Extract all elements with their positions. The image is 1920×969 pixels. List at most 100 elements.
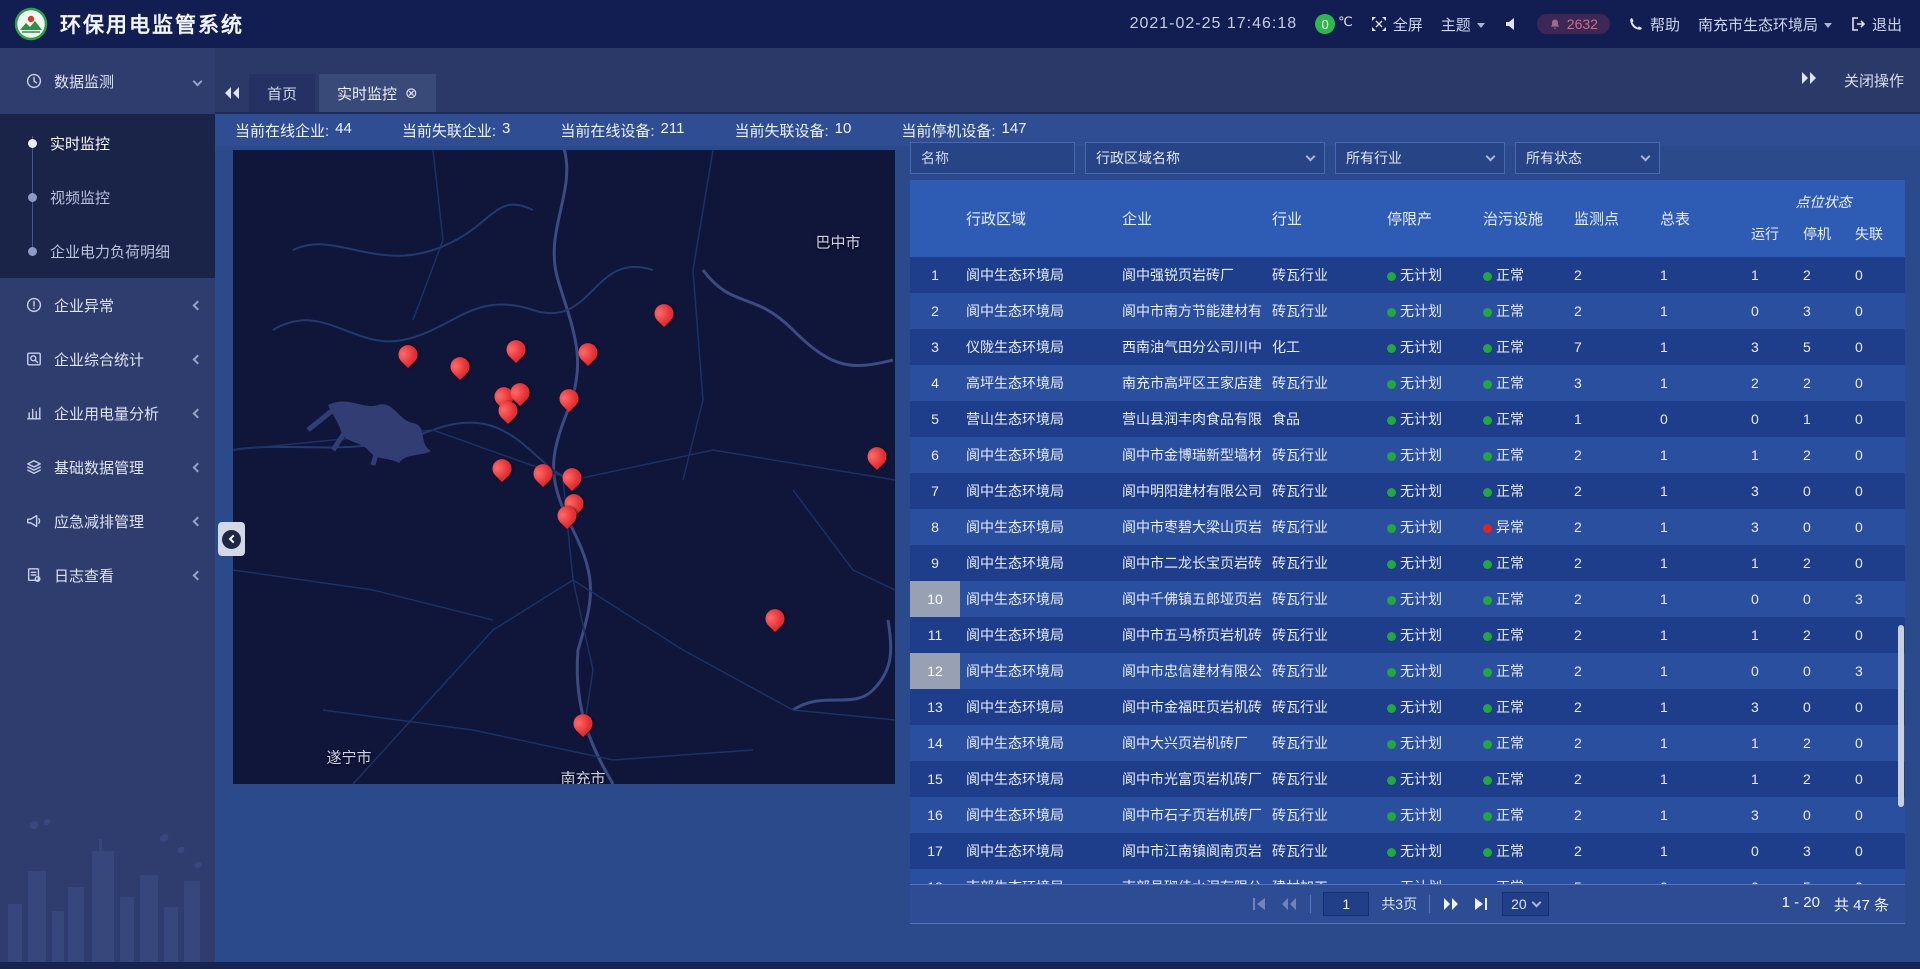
tabs-scroll-right-button[interactable] [1800,71,1818,90]
map-panel-collapse-button[interactable] [218,522,245,556]
table-row[interactable]: 7 阆中生态环境局 阆中明阳建材有限公司 砖瓦行业 无计划 正常 2 1 3 0… [910,473,1905,509]
name-search-input[interactable] [921,150,1064,166]
cell-run: 3 [1744,699,1796,715]
cell-industry: 砖瓦行业 [1272,769,1380,789]
cell-stopped: 2 [1796,375,1848,391]
first-page-button[interactable] [1250,896,1268,912]
status-dot-green [1387,488,1396,497]
sidebar-item-company-statistics[interactable]: 企业综合统计 [0,332,215,386]
table-row[interactable]: 8 阆中生态环境局 阆中市枣碧大梁山页岩 砖瓦行业 无计划 异常 2 1 3 0… [910,509,1905,545]
fullscreen-icon [1371,16,1387,32]
table-row[interactable]: 16 阆中生态环境局 阆中市石子页岩机砖厂 砖瓦行业 无计划 正常 2 1 3 … [910,797,1905,833]
next-page-button[interactable] [1442,896,1460,912]
first-page-icon [1251,897,1267,911]
cell-pollution: 正常 [1476,877,1572,884]
cell-run: 0 [1744,663,1796,679]
last-page-button[interactable] [1472,896,1490,912]
range-label: 1 - 20 [1782,894,1820,915]
table-scrollbar[interactable] [1898,625,1904,807]
map-canvas[interactable]: 巴中市南充市遂宁市 [233,150,895,784]
table-row[interactable]: 4 高坪生态环境局 南充市高坪区王家店建 砖瓦行业 无计划 正常 3 1 2 2… [910,365,1905,401]
table-row[interactable]: 9 阆中生态环境局 阆中市二龙长宝页岩砖 砖瓦行业 无计划 正常 2 1 1 2… [910,545,1905,581]
fullscreen-button[interactable]: 全屏 [1371,14,1423,35]
tab-strip: 首页 实时监控 ⊗ 关闭操作 [215,48,1920,114]
table-row[interactable]: 15 阆中生态环境局 阆中市光富页岩机砖厂 砖瓦行业 无计划 正常 2 1 1 … [910,761,1905,797]
table-row[interactable]: 12 阆中生态环境局 阆中市忠信建材有限公 砖瓦行业 无计划 正常 2 1 0 … [910,653,1905,689]
stat-item: 当前停机设备: 147 [901,120,1026,141]
status-dot-green [1387,632,1396,641]
industry-select[interactable]: 所有行业 [1335,142,1505,174]
sidebar-item-company-abnormal[interactable]: 企业异常 [0,278,215,332]
cell-pollution: 正常 [1476,409,1572,429]
status-select[interactable]: 所有状态 [1515,142,1660,174]
sidebar-item-video-monitoring[interactable]: 视频监控 [0,170,215,224]
notification-badge[interactable]: 2632 [1537,14,1610,34]
cell-run: 3 [1744,339,1796,355]
row-number: 15 [910,761,960,797]
table-row[interactable]: 13 阆中生态环境局 阆中市金福旺页岩机砖 砖瓦行业 无计划 正常 2 1 3 … [910,689,1905,725]
table-row[interactable]: 17 阆中生态环境局 阆中市江南镇阆南页岩 砖瓦行业 无计划 正常 2 1 0 … [910,833,1905,869]
sidebar-item-data-monitoring[interactable]: 数据监测 [0,48,215,114]
close-icon[interactable]: ⊗ [405,84,418,102]
sidebar-item-realtime-monitoring[interactable]: 实时监控 [0,116,215,170]
region-select[interactable]: 行政区域名称 [1085,142,1325,174]
cell-stop: 无计划 [1380,877,1476,884]
sidebar-item-base-data[interactable]: 基础数据管理 [0,440,215,494]
log-document-icon [26,567,42,583]
tab-realtime-monitoring[interactable]: 实时监控 ⊗ [319,74,436,112]
chevron-left-icon [193,516,203,526]
tab-home[interactable]: 首页 [249,74,315,112]
page-number-input[interactable] [1323,892,1369,916]
cell-company: 阆中明阳建材有限公司 [1112,481,1272,501]
name-search-field[interactable] [910,142,1075,174]
table-row[interactable]: 14 阆中生态环境局 阆中大兴页岩机砖厂 砖瓦行业 无计划 正常 2 1 1 2… [910,725,1905,761]
cell-stopped: 0 [1796,663,1848,679]
status-dot [1483,596,1492,605]
help-button[interactable]: 帮助 [1628,14,1680,35]
table-row[interactable]: 10 阆中生态环境局 阆中千佛镇五郎垭页岩 砖瓦行业 无计划 正常 2 1 0 … [910,581,1905,617]
table-row[interactable]: 11 阆中生态环境局 阆中市五马桥页岩机砖 砖瓦行业 无计划 正常 2 1 1 … [910,617,1905,653]
cell-company: 阆中市金福旺页岩机砖 [1112,697,1272,717]
table-row[interactable]: 18 南部生态环境局 南部县砌佳水泥有限公 建材加工 无计划 正常 5 0 0 … [910,869,1905,884]
cell-industry: 砖瓦行业 [1272,301,1380,321]
chevron-left-icon [193,408,203,418]
status-dot-green [1387,416,1396,425]
status-dot [1483,560,1492,569]
sidebar-item-emergency-reduction[interactable]: 应急减排管理 [0,494,215,548]
col-industry: 行业 [1272,180,1380,257]
map-base-layer [233,150,895,784]
org-dropdown[interactable]: 南充市生态环境局 [1698,14,1832,35]
status-dot-green [1387,452,1396,461]
row-number: 1 [910,257,960,293]
cell-monitor: 2 [1572,699,1658,715]
page-size-select[interactable]: 20 [1502,892,1549,916]
table-row[interactable]: 6 阆中生态环境局 阆中市金博瑞新型墙材 砖瓦行业 无计划 正常 2 1 1 2… [910,437,1905,473]
sidebar-item-label: 应急减排管理 [54,511,144,532]
prev-page-button[interactable] [1280,896,1298,912]
sidebar-item-log-view[interactable]: 日志查看 [0,548,215,602]
sidebar-item-power-load-detail[interactable]: 企业电力负荷明细 [0,224,215,278]
cell-lost: 0 [1848,627,1903,643]
cell-company: 阆中市忠信建材有限公 [1112,661,1272,681]
table-row[interactable]: 5 营山生态环境局 营山县润丰肉食品有限 食品 无计划 正常 1 0 0 1 0 [910,401,1905,437]
temperature-widget: 0 ℃ [1315,14,1353,34]
table-row[interactable]: 2 阆中生态环境局 阆中市南方节能建材有 砖瓦行业 无计划 正常 2 1 0 3… [910,293,1905,329]
close-operations-button[interactable]: 关闭操作 [1844,70,1904,91]
cell-monitor: 2 [1572,519,1658,535]
tabs-scroll-left-button[interactable] [215,74,249,112]
sidebar-item-label: 视频监控 [50,187,110,208]
mute-speaker-button[interactable] [1503,16,1519,32]
cell-industry: 砖瓦行业 [1272,373,1380,393]
cell-lost: 0 [1848,771,1903,787]
sidebar-item-power-analysis[interactable]: 企业用电量分析 [0,386,215,440]
cell-stop: 无计划 [1380,445,1476,465]
sidebar-item-label: 企业用电量分析 [54,403,159,424]
theme-dropdown[interactable]: 主题 [1441,14,1485,35]
table-row[interactable]: 1 阆中生态环境局 阆中强锐页岩砖厂 砖瓦行业 无计划 正常 2 1 1 2 0 [910,257,1905,293]
row-number: 6 [910,437,960,473]
cell-region: 阆中生态环境局 [960,697,1112,717]
logout-button[interactable]: 退出 [1850,14,1902,35]
status-dot [1483,344,1492,353]
table-row[interactable]: 3 仪陇生态环境局 西南油气田分公司川中 化工 无计划 正常 7 1 3 5 0 [910,329,1905,365]
cell-company: 阆中市光富页岩机砖厂 [1112,769,1272,789]
